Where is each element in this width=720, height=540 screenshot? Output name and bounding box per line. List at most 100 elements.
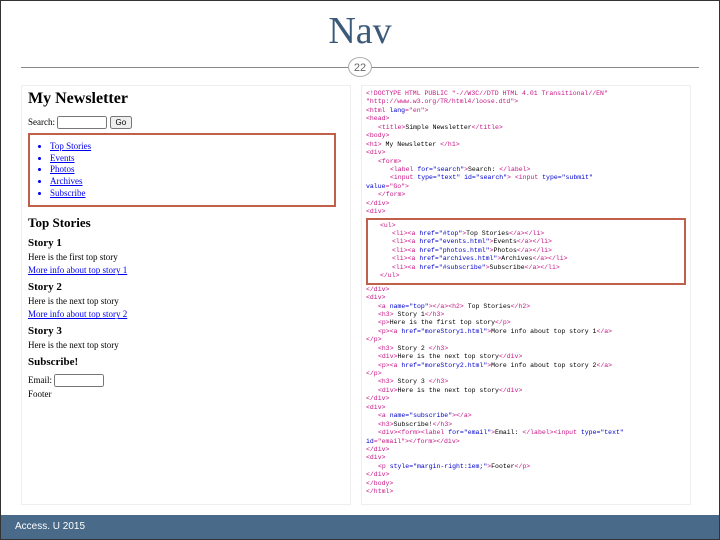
code-line: </form>	[378, 191, 405, 198]
code-tok: </a></li>	[532, 255, 567, 262]
code-tok: </h1>	[440, 141, 460, 148]
code-tok: <label	[390, 166, 417, 173]
code-line: <ul>	[380, 222, 396, 229]
code-tok: <a	[378, 303, 390, 310]
code-line: </div>	[366, 471, 389, 478]
rendered-panel: My Newsletter Search: Go Top Stories Eve…	[21, 85, 351, 505]
code-line: </p>	[366, 336, 382, 343]
code-tok: <input	[390, 174, 417, 181]
code-line: <!DOCTYPE HTML PUBLIC "-//W3C//DTD HTML …	[366, 90, 608, 97]
code-tok: <h1>	[366, 141, 382, 148]
code-tok: Email:	[495, 429, 522, 436]
code-tok: <li><a	[392, 238, 419, 245]
code-tok: Top Stories	[464, 303, 511, 310]
code-tok: <li><a	[392, 247, 419, 254]
code-line: </html>	[366, 488, 393, 495]
slide-footer: Access. U 2015	[1, 515, 719, 539]
code-tok: <li><a	[392, 264, 419, 271]
code-tok: href="#subscribe"	[419, 264, 485, 271]
code-line: <div>	[366, 404, 386, 411]
code-tok: </label><input	[522, 429, 581, 436]
code-line: </body>	[366, 480, 393, 487]
code-tok: ="email"></form></div>	[374, 438, 460, 445]
code-line: </div>	[366, 286, 389, 293]
slide-title: Nav	[1, 9, 719, 53]
code-tok: Photos	[493, 247, 516, 254]
code-tok: </h3>	[425, 311, 445, 318]
code-tok: </a>	[596, 328, 612, 335]
code-line: <form>	[378, 158, 401, 165]
code-tok: </h3>	[429, 378, 449, 385]
code-tok: </p>	[495, 319, 511, 326]
code-tok: <p><a	[378, 328, 401, 335]
story-more-link[interactable]: More info about top story 2	[28, 309, 344, 319]
code-tok: type="text"	[581, 429, 624, 436]
code-line: <body>	[366, 132, 389, 139]
code-tok: <li><a	[392, 230, 419, 237]
subscribe-heading: Subscribe!	[28, 356, 344, 368]
code-tok: <div><form><label	[378, 429, 448, 436]
code-tok: value	[366, 183, 386, 190]
source-code-panel: <!DOCTYPE HTML PUBLIC "-//W3C//DTD HTML …	[361, 85, 691, 505]
nav-item[interactable]: Photos	[50, 164, 330, 176]
code-tok: </label>	[499, 166, 530, 173]
code-tok: More info about top story 2	[491, 362, 596, 369]
story-more-link[interactable]: More info about top story 1	[28, 265, 344, 275]
divider-row: 22	[1, 57, 719, 77]
code-tok: id	[366, 438, 374, 445]
code-tok: Top Stories	[466, 230, 509, 237]
code-tok: <div>	[378, 353, 398, 360]
code-tok: </h3>	[433, 421, 453, 428]
code-tok: href="moreStory2.html"	[401, 362, 487, 369]
code-tok: Simple Newsletter	[405, 124, 471, 131]
nav-list-highlighted: Top Stories Events Photos Archives Subsc…	[28, 133, 336, 207]
code-line: "http://www.w3.org/TR/html4/loose.dtd">	[366, 98, 518, 105]
code-tok: > <input	[507, 174, 542, 181]
code-tok: </title>	[472, 124, 503, 131]
code-line: <head>	[366, 115, 389, 122]
code-tok: </h3>	[429, 345, 449, 352]
code-tok: ></a>	[452, 412, 472, 419]
code-tok: Here is the first top story	[390, 319, 495, 326]
code-tok: </a></li>	[525, 264, 560, 271]
code-tok: <title>	[378, 124, 405, 131]
code-tok: Search:	[468, 166, 499, 173]
search-row: Search: Go	[28, 116, 344, 129]
story-body: Here is the next top story	[28, 296, 344, 306]
story-title: Story 1	[28, 237, 344, 249]
email-row: Email:	[28, 374, 344, 387]
code-line: <div>	[366, 208, 386, 215]
code-tok: href="moreStory1.html"	[401, 328, 487, 335]
code-tok: type="submit"	[542, 174, 593, 181]
code-line: <div>	[366, 454, 386, 461]
nav-item[interactable]: Archives	[50, 176, 330, 188]
email-input[interactable]	[54, 374, 104, 387]
code-tok: </a></li>	[517, 238, 552, 245]
code-tok: Here is the next top story	[398, 387, 499, 394]
go-button[interactable]: Go	[110, 116, 133, 129]
code-tok: <h3>	[378, 345, 394, 352]
search-label: Search:	[28, 117, 55, 127]
code-line: </div>	[366, 395, 389, 402]
code-line: <div>	[366, 294, 386, 301]
code-tok: Subscribe!	[394, 421, 433, 428]
code-tok: <a	[378, 412, 390, 419]
footer-text: Footer	[28, 389, 344, 399]
search-input[interactable]	[57, 116, 107, 129]
code-tok: name="subscribe"	[390, 412, 452, 419]
code-tok: Events	[493, 238, 516, 245]
slide-number-badge: 22	[348, 57, 372, 77]
nav-item[interactable]: Subscribe	[50, 188, 330, 200]
code-tok: for="search"	[417, 166, 464, 173]
code-tok: <h3>	[378, 378, 394, 385]
nav-item[interactable]: Top Stories	[50, 141, 330, 153]
code-tok: <html	[366, 107, 386, 114]
nav-source-highlighted: <ul> <li><a href="#top">Top Stories</a><…	[366, 218, 686, 285]
code-line: <div>	[366, 149, 386, 156]
story-body: Here is the next top story	[28, 340, 344, 350]
code-tok: href="events.html"	[419, 238, 489, 245]
code-tok: Story 2	[394, 345, 429, 352]
code-tok: Story 1	[394, 311, 425, 318]
nav-item[interactable]: Events	[50, 153, 330, 165]
code-tok: <p><a	[378, 362, 401, 369]
